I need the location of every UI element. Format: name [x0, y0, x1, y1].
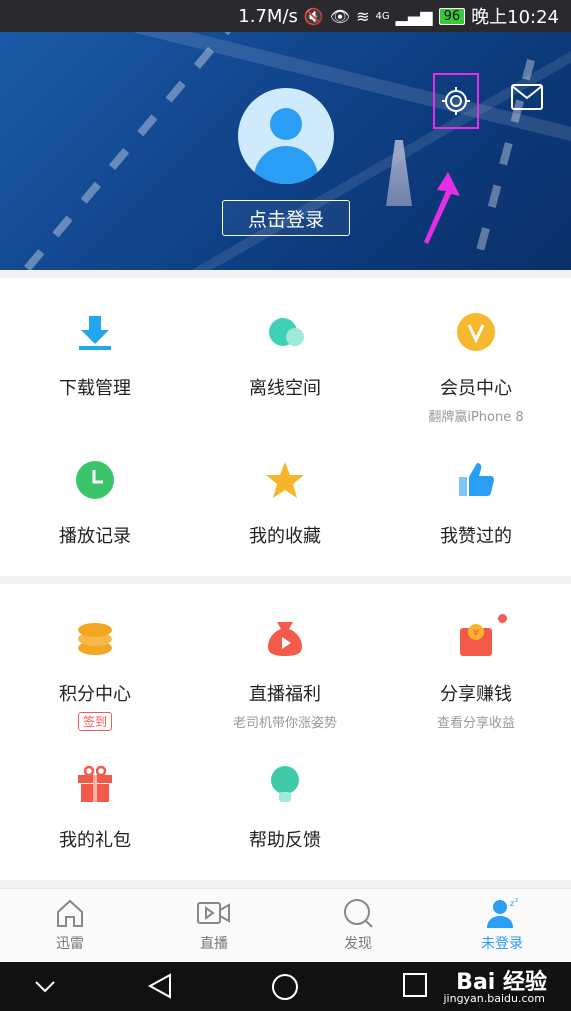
grid-item-label: 我的礼包 — [59, 830, 131, 851]
grid-item-download[interactable]: 下载管理 — [0, 312, 190, 400]
cloud-icon — [269, 318, 304, 346]
network-type: 4G — [375, 10, 390, 22]
battery-level: 96 — [438, 7, 466, 25]
search-icon — [344, 899, 373, 928]
gear-icon — [442, 87, 470, 115]
grid-item-liked[interactable]: 我赞过的 — [381, 460, 571, 548]
grid-item-play-history[interactable]: 播放记录 — [0, 460, 190, 548]
coins-icon — [78, 623, 112, 655]
grid-item-label: 离线空间 — [249, 378, 321, 399]
grid-item-label: 会员中心 — [440, 378, 512, 399]
signal-icon: ▂▄▆ — [395, 6, 433, 26]
mail-button[interactable] — [510, 82, 544, 112]
grid-item-label: 直播福利 — [249, 684, 321, 705]
tab-discover[interactable]: 发现 — [308, 897, 408, 953]
grid-item-offline-space[interactable]: 离线空间 — [190, 312, 380, 400]
grid-item-label: 我的收藏 — [249, 526, 321, 547]
grid-item-label: 播放记录 — [59, 526, 131, 547]
network-speed: 1.7M/s — [238, 5, 298, 27]
grid-item-gift-pack[interactable]: 我的礼包 — [0, 764, 190, 852]
grid-item-share-earn[interactable]: ¥ 分享赚钱 查看分享收益 — [381, 614, 571, 731]
tab-live[interactable]: 直播 — [164, 897, 264, 953]
home-circle-icon[interactable] — [270, 972, 300, 1002]
vip-icon — [457, 313, 495, 351]
pointer-arrow-annotation — [424, 172, 460, 244]
clock-icon — [76, 461, 114, 499]
gift-icon — [78, 765, 112, 802]
notification-dot — [498, 614, 507, 623]
tab-label: 未登录 — [481, 936, 523, 952]
grid-item-vip-center[interactable]: 会员中心 翻牌赢iPhone 8 — [381, 312, 571, 425]
status-bar: 1.7M/s 🔇 👁 ≋ 4G ▂▄▆ 96 晚上10:24 — [0, 0, 571, 32]
red-envelope-icon: ¥ — [460, 624, 492, 656]
money-bag-icon — [268, 622, 302, 656]
login-button[interactable]: 点击登录 — [222, 200, 350, 236]
bottom-tab-bar: 迅雷 直播 发现 z z 未登录 — [0, 888, 571, 963]
home-icon — [57, 899, 83, 927]
grid-item-subtitle: 老司机带你涨姿势 — [232, 716, 337, 731]
settings-button[interactable] — [433, 73, 479, 129]
services-panel: 积分中心 签到 直播福利 老司机带你涨姿势 ¥ 分享赚钱 查看分享收益 我的礼包 — [0, 584, 571, 880]
lightbulb-icon — [271, 766, 299, 802]
tab-label: 发现 — [344, 936, 372, 952]
star-icon — [266, 462, 304, 498]
svg-text:¥: ¥ — [473, 628, 479, 639]
grid-item-label: 积分中心 — [59, 684, 131, 705]
grid-item-label: 分享赚钱 — [440, 684, 512, 705]
watermark-url: jingyan.baidu.com — [443, 992, 545, 1005]
tab-not-logged-in[interactable]: z z 未登录 — [452, 897, 552, 953]
chevron-down-icon[interactable] — [34, 980, 56, 994]
mail-icon — [511, 84, 543, 110]
grid-item-help-feedback[interactable]: 帮助反馈 — [190, 764, 380, 852]
grid-item-label: 帮助反馈 — [249, 830, 321, 851]
system-nav-bar: Bai 经验 jingyan.baidu.com — [0, 962, 571, 1011]
tab-label: 直播 — [200, 936, 228, 952]
svg-text:z: z — [510, 899, 514, 908]
profile-header: 点击登录 — [0, 32, 571, 270]
download-icon — [79, 316, 111, 350]
grid-item-subtitle: 查看分享收益 — [436, 716, 515, 731]
grid-item-subtitle: 翻牌赢iPhone 8 — [428, 410, 524, 425]
svg-text:z: z — [515, 897, 518, 904]
back-icon[interactable] — [146, 972, 174, 1000]
user-sleep-icon: z z — [487, 897, 518, 928]
grid-item-label: 我赞过的 — [440, 526, 512, 547]
features-panel: 下载管理 离线空间 会员中心 翻牌赢iPhone 8 播放记录 我的收藏 我赞过 — [0, 278, 571, 576]
mute-icon: 🔇 — [303, 6, 324, 26]
clock-time: 晚上10:24 — [471, 7, 559, 28]
video-icon — [197, 902, 230, 924]
recents-icon[interactable] — [402, 972, 428, 998]
eye-icon: 👁 — [329, 6, 351, 26]
thumbs-up-icon — [459, 463, 494, 496]
grid-item-label: 下载管理 — [59, 378, 131, 399]
wifi-icon: ≋ — [356, 6, 370, 26]
tab-label: 迅雷 — [56, 936, 84, 952]
avatar[interactable] — [238, 88, 334, 184]
grid-item-live-benefits[interactable]: 直播福利 老司机带你涨姿势 — [190, 618, 380, 731]
grid-item-points-center[interactable]: 积分中心 签到 — [0, 618, 190, 731]
grid-item-favorites[interactable]: 我的收藏 — [190, 460, 380, 548]
checkin-badge[interactable]: 签到 — [77, 712, 112, 731]
tab-xunlei[interactable]: 迅雷 — [20, 897, 120, 953]
